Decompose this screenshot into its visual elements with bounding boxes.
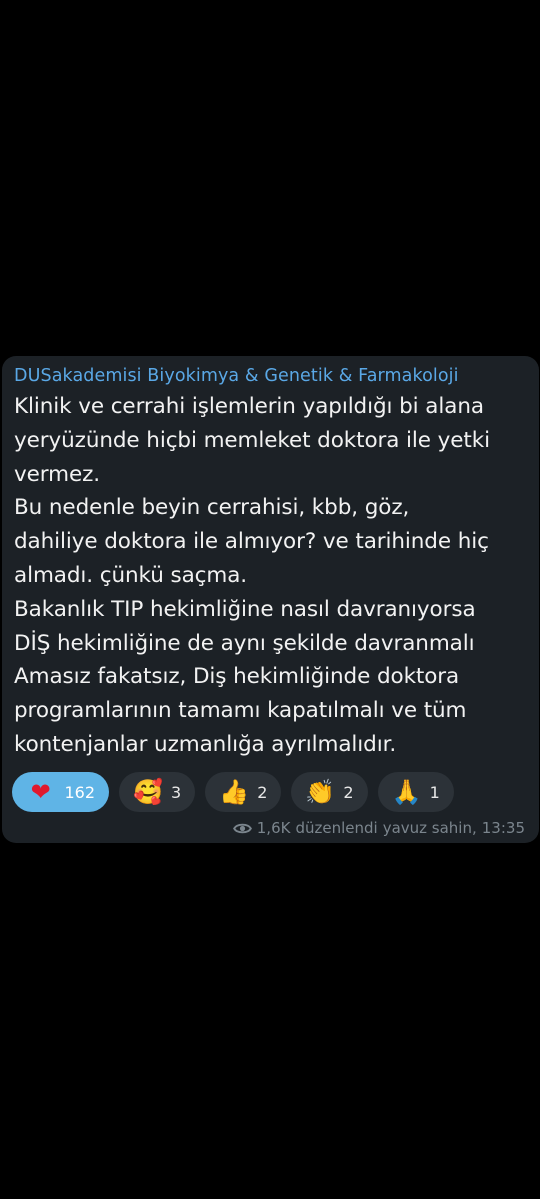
view-count: 1,6K [256, 819, 291, 837]
reaction-clap-button[interactable]: 👏 2 [291, 772, 368, 812]
message-line: Amasız fakatsız, Diş hekimliğinde doktor… [14, 664, 460, 690]
message-meta: 1,6K düzenlendi yavuz sahin, 13:35 [232, 819, 525, 837]
message-line: vermez. [14, 461, 101, 487]
reaction-count: 3 [171, 782, 182, 802]
eye-icon [232, 823, 252, 833]
reaction-count: 2 [257, 782, 268, 802]
edited-label: düzenlendi [295, 819, 378, 837]
reaction-count: 162 [64, 782, 95, 802]
message-line: almadı. çünkü saçma. [14, 562, 248, 588]
screen: DUSakademisi Biyokimya & Genetik & Farma… [0, 0, 540, 1199]
sender-name[interactable]: DUSakademisi Biyokimya & Genetik & Farma… [14, 364, 529, 388]
folded-hands-icon: 🙏 [391, 778, 422, 806]
message-line: Bakanlık TIP hekimliğine nasıl davranıyo… [14, 596, 476, 622]
reaction-heart-button[interactable]: ❤ 162 [12, 772, 109, 812]
reactions-bar: ❤ 162 🥰 3 👍 2 👏 2 🙏 1 [12, 772, 454, 812]
thumbs-up-icon: 👍 [219, 778, 250, 806]
message-line: dahiliye doktora ile almıyor? ve tarihin… [14, 529, 489, 555]
message-text: Klinik ve cerrahi işlemlerin yapıldığı b… [14, 390, 529, 762]
reaction-count: 2 [343, 782, 354, 802]
message-line: kontenjanlar uzmanlığa ayrılmalıdır. [14, 731, 397, 757]
message-time: 13:35 [481, 819, 525, 837]
message-line: DİŞ hekimliğine de aynı şekilde davranma… [14, 630, 475, 656]
reaction-count: 1 [429, 782, 440, 802]
message-line: Klinik ve cerrahi işlemlerin yapıldığı b… [14, 394, 484, 419]
author-signature: yavuz sahin, [382, 819, 477, 837]
reaction-pray-button[interactable]: 🙏 1 [377, 772, 454, 812]
clapping-hands-icon: 👏 [305, 778, 336, 806]
message-bubble[interactable]: DUSakademisi Biyokimya & Genetik & Farma… [2, 356, 539, 843]
reaction-smiling-hearts-button[interactable]: 🥰 3 [119, 772, 196, 812]
red-heart-icon: ❤ [30, 778, 51, 806]
message-line: yeryüzünde hiçbi memleket doktora ile ye… [14, 427, 490, 453]
message-line: Bu nedenle beyin cerrahisi, kbb, göz, [14, 495, 410, 521]
message-line: programlarının tamamı kapatılmalı ve tüm [14, 698, 467, 724]
smiling-face-with-hearts-icon: 🥰 [133, 778, 163, 806]
reaction-thumbs-up-button[interactable]: 👍 2 [205, 772, 282, 812]
